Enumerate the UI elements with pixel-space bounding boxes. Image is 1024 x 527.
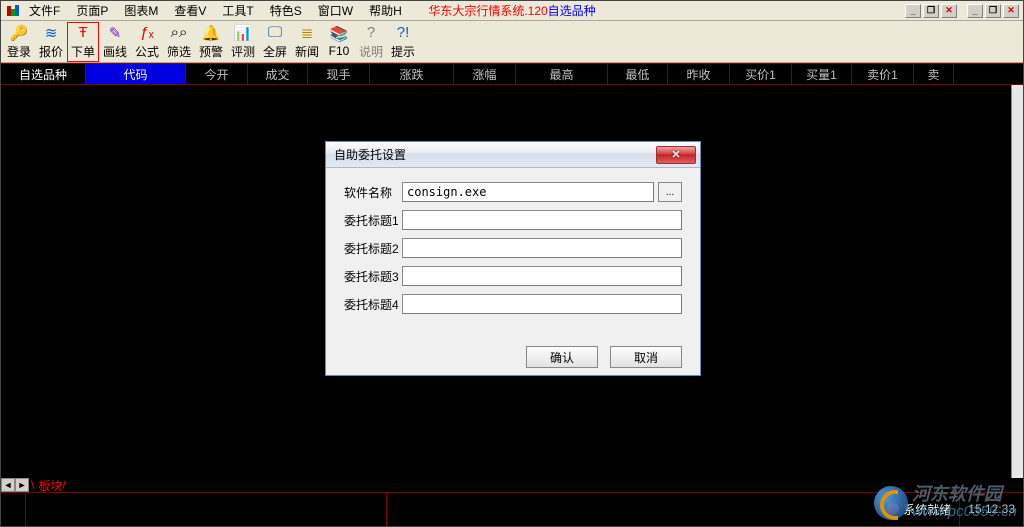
toolbar-全屏[interactable]: 🖵全屏 [259, 22, 291, 62]
menu-文件F[interactable]: 文件F [21, 2, 68, 20]
consign-title1-label: 委托标题1 [344, 212, 402, 229]
inner-close-button[interactable]: ✕ [941, 4, 957, 18]
filter-icon: ⌕⌕ [170, 24, 188, 42]
alert-icon: 🔔 [202, 24, 220, 42]
software-name-label: 软件名称 [344, 184, 402, 201]
toolbar-预警[interactable]: 🔔预警 [195, 22, 227, 62]
toolbar-提示[interactable]: ?!提示 [387, 22, 419, 62]
tip-icon: ?! [394, 24, 412, 42]
tab-scroll-right-button[interactable]: ► [15, 478, 29, 492]
menu-查看V[interactable]: 查看V [166, 2, 214, 20]
dialog-titlebar[interactable]: 自助委托设置 ✕ [326, 142, 700, 168]
column-买量1[interactable]: 买量1 [792, 64, 852, 84]
toolbar-label: 全屏 [263, 43, 287, 60]
column-自选品种[interactable]: 自选品种 [1, 64, 86, 84]
toolbar-F10[interactable]: 📚F10 [323, 22, 355, 62]
tab-sector[interactable]: 板块 [38, 477, 62, 494]
column-卖价1[interactable]: 卖价1 [852, 64, 914, 84]
toolbar-label: 下单 [71, 43, 95, 60]
consign-title4-label: 委托标题4 [344, 296, 402, 313]
news-icon: ≣ [298, 24, 316, 42]
app-logo-icon [5, 3, 21, 19]
column-代码[interactable]: 代码 [86, 64, 186, 84]
toolbar-label: 说明 [359, 43, 383, 60]
consign-title1-input[interactable] [402, 210, 682, 230]
toolbar-新闻[interactable]: ≣新闻 [291, 22, 323, 62]
consign-title3-input[interactable] [402, 266, 682, 286]
ok-button[interactable]: 确认 [526, 346, 598, 368]
toolbar-label: 画线 [103, 43, 127, 60]
consign-title2-label: 委托标题2 [344, 240, 402, 257]
software-name-input[interactable] [402, 182, 654, 202]
column-成交[interactable]: 成交 [248, 64, 308, 84]
toolbar-登录[interactable]: 🔑登录 [3, 22, 35, 62]
browse-button[interactable]: ... [658, 182, 682, 202]
vertical-scrollbar[interactable] [1011, 85, 1023, 478]
column-涨幅[interactable]: 涨幅 [454, 64, 516, 84]
close-button[interactable]: ✕ [1003, 4, 1019, 18]
app-title: 华东大宗行情系统.120自选品种 [428, 2, 595, 19]
draw-icon: ✎ [106, 24, 124, 42]
tab-scroll-left-button[interactable]: ◄ [1, 478, 15, 492]
column-涨跌[interactable]: 涨跌 [370, 64, 454, 84]
column-headers: 自选品种代码今开成交现手涨跌涨幅最高最低昨收买价1买量1卖价1卖 [1, 63, 1023, 85]
toolbar-label: 筛选 [167, 43, 191, 60]
toolbar-说明[interactable]: ?说明 [355, 22, 387, 62]
toolbar-label: 评测 [231, 43, 255, 60]
consign-title3-label: 委托标题3 [344, 268, 402, 285]
fullscreen-icon: 🖵 [266, 24, 284, 42]
menu-窗口W[interactable]: 窗口W [310, 2, 361, 20]
toolbar-画线[interactable]: ✎画线 [99, 22, 131, 62]
dialog-title: 自助委托设置 [334, 146, 406, 163]
cancel-button[interactable]: 取消 [610, 346, 682, 368]
toolbar-label: 提示 [391, 43, 415, 60]
watermark-logo-icon [874, 486, 908, 520]
column-最高[interactable]: 最高 [516, 64, 608, 84]
column-今开[interactable]: 今开 [186, 64, 248, 84]
login-icon: 🔑 [10, 24, 28, 42]
quote-icon: ≋ [42, 24, 60, 42]
toolbar-label: 报价 [39, 43, 63, 60]
watermark: 河东软件园 www.pc0359.cn [874, 485, 1017, 520]
toolbar-label: 新闻 [295, 43, 319, 60]
help-icon: ? [362, 24, 380, 42]
menu-特色S[interactable]: 特色S [262, 2, 310, 20]
toolbar-下单[interactable]: Ŧ下单 [67, 22, 99, 62]
inner-restore-button[interactable]: ❐ [923, 4, 939, 18]
order-icon: Ŧ [74, 24, 92, 42]
menu-页面P[interactable]: 页面P [68, 2, 116, 20]
menubar: 文件F页面P图表M查看V工具T特色S窗口W帮助H 华东大宗行情系统.120自选品… [1, 1, 1023, 21]
inner-minimize-button[interactable]: _ [905, 4, 921, 18]
status-bar: 系统就绪 15:12:33 [1, 492, 1023, 526]
consign-settings-dialog: 自助委托设置 ✕ 软件名称 ... 委托标题1 委托标题2 委托标题3 委 [325, 141, 701, 376]
menu-图表M[interactable]: 图表M [116, 2, 166, 20]
toolbar-label: 公式 [135, 43, 159, 60]
toolbar-公式[interactable]: ƒₓ公式 [131, 22, 163, 62]
column-买价1[interactable]: 买价1 [730, 64, 792, 84]
maximize-button[interactable]: ❐ [985, 4, 1001, 18]
formula-icon: ƒₓ [138, 24, 156, 42]
toolbar-筛选[interactable]: ⌕⌕筛选 [163, 22, 195, 62]
consign-title4-input[interactable] [402, 294, 682, 314]
minimize-button[interactable]: _ [967, 4, 983, 18]
column-最低[interactable]: 最低 [608, 64, 668, 84]
consign-title2-input[interactable] [402, 238, 682, 258]
menu-工具T[interactable]: 工具T [214, 2, 261, 20]
dialog-close-button[interactable]: ✕ [656, 146, 696, 164]
tab-strip: ◄ ► \ 板块 / [1, 478, 1023, 492]
column-昨收[interactable]: 昨收 [668, 64, 730, 84]
menu-帮助H[interactable]: 帮助H [361, 2, 410, 20]
toolbar-报价[interactable]: ≋报价 [35, 22, 67, 62]
toolbar-label: 登录 [7, 43, 31, 60]
evaluate-icon: 📊 [234, 24, 252, 42]
toolbar-label: 预警 [199, 43, 223, 60]
toolbar-label: F10 [329, 44, 350, 58]
toolbar-评测[interactable]: 📊评测 [227, 22, 259, 62]
f10-icon: 📚 [330, 25, 348, 43]
toolbar: 🔑登录≋报价Ŧ下单✎画线ƒₓ公式⌕⌕筛选🔔预警📊评测🖵全屏≣新闻📚F10?说明?… [1, 21, 1023, 63]
column-卖[interactable]: 卖 [914, 64, 954, 84]
column-现手[interactable]: 现手 [308, 64, 370, 84]
